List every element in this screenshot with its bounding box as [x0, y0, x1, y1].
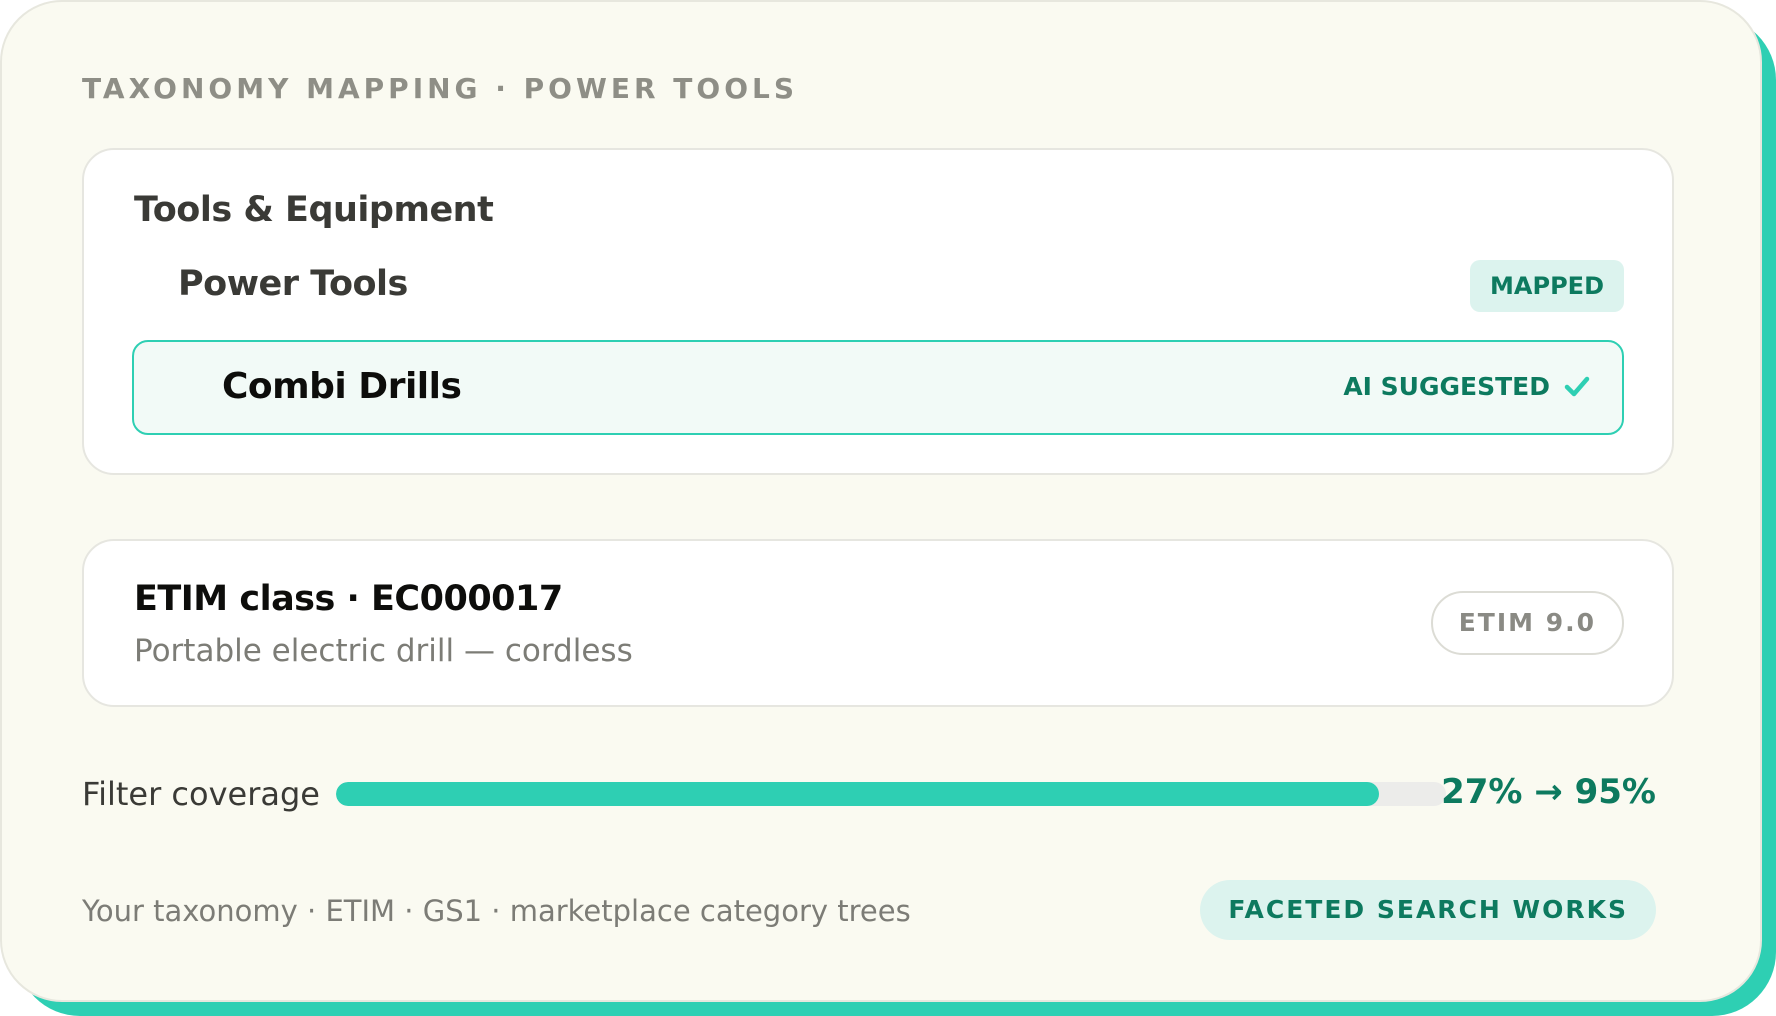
etim-version-pill: ETIM 9.0 [1430, 591, 1624, 655]
taxonomy-card: TAXONOMY MAPPING · POWER TOOLS Tools & E… [0, 0, 1762, 1002]
coverage-progress-fill [336, 782, 1380, 806]
tree-leaf-label: Combi Drills [222, 366, 462, 407]
footer-text: Your taxonomy · ETIM · GS1 · marketplace… [82, 894, 911, 928]
card-eyebrow: TAXONOMY MAPPING · POWER TOOLS [82, 72, 799, 105]
etim-class-title: ETIM class · EC000017 [134, 579, 563, 619]
faceted-search-badge: FACETED SEARCH WORKS [1200, 880, 1656, 940]
ai-suggested-badge: AI SUGGESTED [1343, 372, 1550, 401]
mapped-badge: MAPPED [1470, 260, 1624, 312]
etim-class-description: Portable electric drill — cordless [134, 633, 633, 669]
tree-level2-label[interactable]: Power Tools [178, 264, 408, 304]
tree-leaf-row-selected[interactable]: Combi Drills AI SUGGESTED [132, 340, 1624, 435]
coverage-progress-bar [336, 782, 1446, 806]
coverage-label: Filter coverage [82, 775, 320, 813]
tree-level1-label[interactable]: Tools & Equipment [134, 190, 494, 230]
etim-class-panel: ETIM class · EC000017 Portable electric … [82, 539, 1674, 707]
category-tree-panel: Tools & Equipment Power Tools MAPPED Com… [82, 148, 1674, 475]
coverage-value: 27% → 95% [1441, 772, 1656, 812]
check-icon [1564, 376, 1590, 397]
